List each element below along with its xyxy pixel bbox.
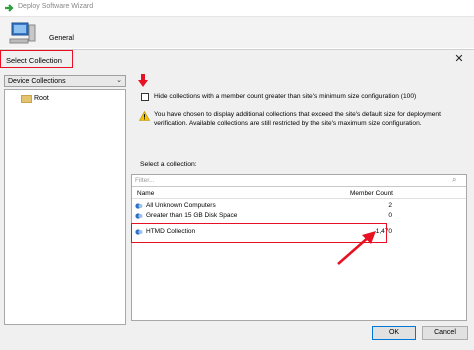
table-row[interactable]: All Unknown Computers 2 <box>132 201 466 211</box>
dialog-title: Select Collection <box>6 56 62 65</box>
filter-placeholder: Filter... <box>135 177 155 184</box>
select-collection-label: Select a collection: <box>140 161 197 168</box>
red-arrow-icon <box>337 231 376 265</box>
hide-collections-checkbox[interactable] <box>141 93 149 101</box>
computer-icon <box>9 22 36 44</box>
list-header: Name Member Count <box>132 189 466 199</box>
warning-icon <box>139 111 150 121</box>
row-name: Greater than 15 GB Disk Space <box>146 212 238 219</box>
row-count: 2 <box>388 202 392 209</box>
cancel-button[interactable]: Cancel <box>422 326 468 340</box>
hide-collections-label[interactable]: Hide collections with a member count gre… <box>154 93 416 100</box>
wizard-page-label: General <box>49 35 74 42</box>
filter-input[interactable]: Filter... ⌕ <box>132 175 466 187</box>
red-arrow-down-icon <box>138 74 148 87</box>
folder-icon <box>21 95 32 103</box>
tree-item-root[interactable]: Root <box>34 95 49 102</box>
table-row[interactable]: Greater than 15 GB Disk Space 0 <box>132 211 466 221</box>
wizard-banner: General <box>0 17 474 48</box>
ok-button[interactable]: OK <box>372 326 416 340</box>
collection-type-select[interactable]: Device Collections ⌄ <box>4 75 126 87</box>
column-header-member-count[interactable]: Member Count <box>350 190 393 197</box>
collection-icon <box>135 213 143 219</box>
warning-message: You have chosen to display additional co… <box>154 111 441 127</box>
collection-icon <box>135 203 143 209</box>
close-icon[interactable]: ✕ <box>451 53 467 65</box>
collection-type-value: Device Collections <box>8 77 66 85</box>
row-name: All Unknown Computers <box>146 202 216 209</box>
column-header-name[interactable]: Name <box>137 190 154 197</box>
collection-list: Filter... ⌕ Name Member Count All Unknow… <box>131 174 467 321</box>
wizard-app-icon <box>5 4 14 12</box>
collection-tree[interactable]: Root <box>4 89 126 325</box>
row-count: 0 <box>388 212 392 219</box>
chevron-down-icon: ⌄ <box>116 77 122 84</box>
select-collection-dialog: Select Collection ✕ Device Collections ⌄… <box>0 49 474 350</box>
wizard-titlebar: Deploy Software Wizard <box>0 0 474 17</box>
wizard-title: Deploy Software Wizard <box>18 3 94 10</box>
search-icon[interactable]: ⌕ <box>452 175 456 185</box>
